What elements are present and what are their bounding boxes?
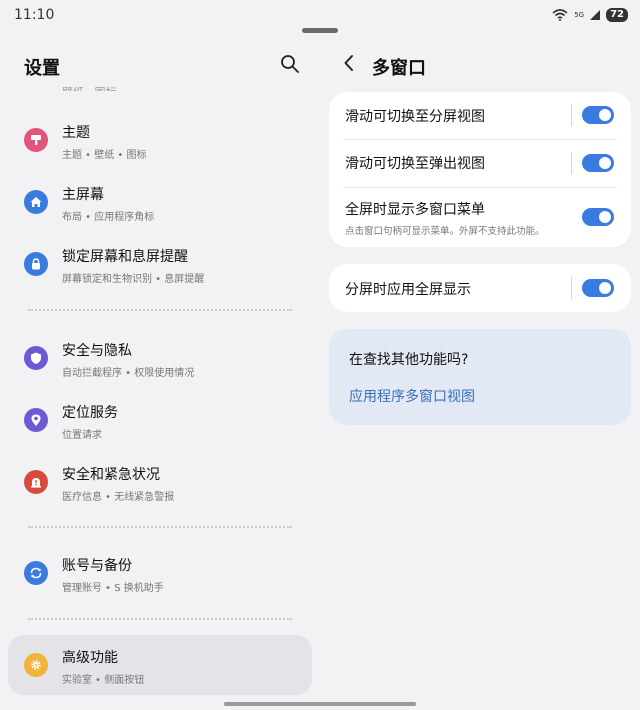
toggle-row-pop-up-view[interactable]: 滑动可切换至弹出视图 bbox=[329, 139, 631, 187]
battery-badge: 72 bbox=[606, 8, 628, 22]
toggle-label: 滑动可切换至弹出视图 bbox=[345, 156, 485, 172]
status-time: 11:10 bbox=[14, 7, 55, 23]
toggle-switch[interactable] bbox=[582, 154, 614, 172]
back-arrow-icon[interactable] bbox=[342, 53, 356, 73]
page-title: 设置 bbox=[24, 58, 60, 79]
status-icons: 5G 72 bbox=[552, 8, 628, 22]
toggle-card: 滑动可切换至分屏视图 滑动可切换至弹出视图 全屏时显示多窗口菜单 点击窗口句柄可… bbox=[329, 92, 631, 247]
wifi-icon bbox=[552, 9, 568, 21]
settings-item-location[interactable]: 定位服务 位置请求 bbox=[8, 390, 312, 450]
toggle-separator bbox=[571, 152, 572, 174]
gesture-bar[interactable] bbox=[224, 702, 416, 706]
item-subtitle: 医疗信息 • 无线紧急警报 bbox=[62, 492, 175, 503]
split-handle-top[interactable] bbox=[302, 28, 338, 33]
switch-knob bbox=[599, 109, 611, 121]
switch-knob bbox=[599, 157, 611, 169]
switch-knob bbox=[599, 211, 611, 223]
item-title: 安全与隐私 bbox=[62, 343, 132, 359]
suggestion-title: 在查找其他功能吗? bbox=[349, 352, 469, 368]
toggle-card: 分屏时应用全屏显示 bbox=[329, 264, 631, 312]
toggle-row-full-screen-split[interactable]: 分屏时应用全屏显示 bbox=[329, 264, 631, 312]
item-title: 锁定屏幕和息屏提醒 bbox=[62, 249, 188, 265]
settings-item-accounts-backup[interactable]: 账号与备份 管理账号 • S 换机助手 bbox=[8, 543, 312, 603]
search-icon[interactable] bbox=[279, 53, 301, 75]
brush-icon bbox=[24, 128, 48, 152]
settings-item-home-screen[interactable]: 主屏幕 布局 • 应用程序角标 bbox=[8, 172, 312, 232]
item-subtitle: 屏幕锁定和生物识别 • 息屏提醒 bbox=[62, 274, 205, 285]
item-title: 安全和紧急状况 bbox=[62, 467, 160, 483]
toggle-label: 分屏时应用全屏显示 bbox=[345, 282, 471, 298]
settings-item-safety-emergency[interactable]: 安全和紧急状况 医疗信息 • 无线紧急警报 bbox=[8, 452, 312, 512]
settings-item-lock-screen[interactable]: 锁定屏幕和息屏提醒 屏幕锁定和生物识别 • 息屏提醒 bbox=[8, 234, 312, 294]
item-title: 账号与备份 bbox=[62, 558, 132, 574]
settings-item-themes[interactable]: 主题 主题 • 壁纸 • 图标 bbox=[8, 110, 312, 170]
toggle-row-full-screen-menu[interactable]: 全屏时显示多窗口菜单 点击窗口句柄可显示菜单。外屏不支持此功能。 bbox=[329, 187, 631, 247]
signal-icon bbox=[590, 10, 601, 20]
toggle-label: 全屏时显示多窗口菜单 bbox=[345, 202, 485, 218]
settings-pane: 设置 壁纸 · 图标 主题 主题 • 壁纸 • 图标 主屏幕 布局 • 应用程序… bbox=[0, 40, 320, 710]
toggle-label: 滑动可切换至分屏视图 bbox=[345, 109, 485, 125]
item-subtitle: 位置请求 bbox=[62, 430, 102, 441]
multi-window-pane: 多窗口 滑动可切换至分屏视图 滑动可切换至弹出视图 全屏时显示多窗口菜单 点击窗… bbox=[320, 40, 640, 710]
location-icon bbox=[24, 408, 48, 432]
item-title: 高级功能 bbox=[62, 650, 118, 666]
suggestion-card: 在查找其他功能吗? 应用程序多窗口视图 bbox=[329, 329, 631, 425]
home-icon bbox=[24, 190, 48, 214]
settings-item-security-privacy[interactable]: 安全与隐私 自动拦截程序 • 权限使用情况 bbox=[8, 328, 312, 388]
settings-item-advanced-features[interactable]: 高级功能 实验室 • 侧面按钮 bbox=[8, 635, 312, 695]
toggle-separator bbox=[571, 104, 572, 126]
toggle-separator bbox=[571, 277, 572, 299]
toggle-description: 点击窗口句柄可显示菜单。外屏不支持此功能。 bbox=[345, 226, 545, 237]
page-title: 多窗口 bbox=[372, 58, 426, 79]
alert-icon bbox=[24, 470, 48, 494]
sync-icon bbox=[24, 561, 48, 585]
shield-icon bbox=[24, 346, 48, 370]
section-divider bbox=[28, 526, 292, 528]
item-subtitle: 布局 • 应用程序角标 bbox=[62, 212, 155, 223]
item-title: 定位服务 bbox=[62, 405, 118, 421]
item-subtitle: 自动拦截程序 • 权限使用情况 bbox=[62, 368, 195, 379]
toggle-switch[interactable] bbox=[582, 208, 614, 226]
section-divider bbox=[28, 618, 292, 620]
item-subtitle: 管理账号 • S 换机助手 bbox=[62, 583, 164, 594]
item-subtitle: 实验室 • 侧面按钮 bbox=[62, 675, 145, 686]
toggle-switch[interactable] bbox=[582, 279, 614, 297]
suggestion-link[interactable]: 应用程序多窗口视图 bbox=[349, 386, 475, 406]
item-subtitle: 主题 • 壁纸 • 图标 bbox=[62, 150, 147, 161]
section-divider bbox=[28, 309, 292, 311]
lock-icon bbox=[24, 252, 48, 276]
toggle-switch[interactable] bbox=[582, 106, 614, 124]
item-title: 主题 bbox=[62, 125, 90, 141]
gear-icon bbox=[24, 653, 48, 677]
network-type: 5G bbox=[574, 10, 585, 19]
toggle-row-split-screen[interactable]: 滑动可切换至分屏视图 bbox=[329, 92, 631, 139]
item-title: 主屏幕 bbox=[62, 187, 104, 203]
switch-knob bbox=[599, 282, 611, 294]
scrolled-item-subtitle: 壁纸 · 图标 bbox=[62, 84, 117, 91]
